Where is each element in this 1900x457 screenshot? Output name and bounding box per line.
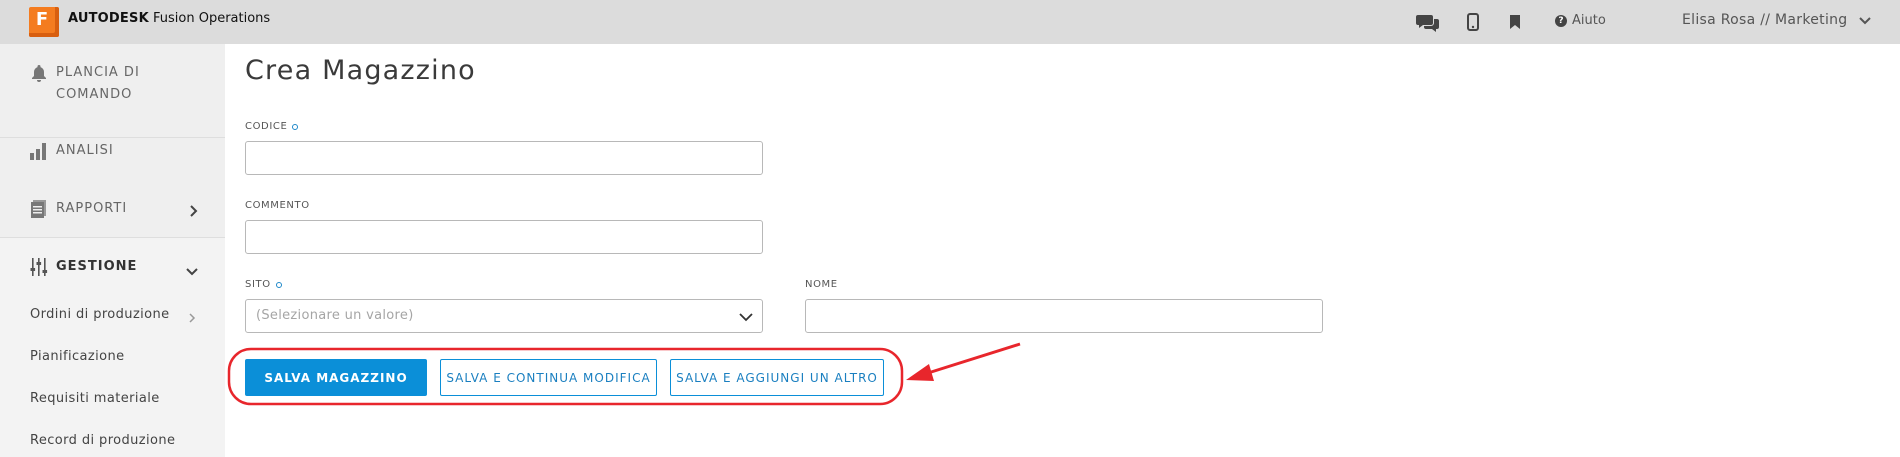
sidebar-divider	[0, 237, 225, 238]
chevron-right-icon[interactable]	[189, 203, 199, 222]
nome-label-text: NOME	[805, 279, 838, 290]
sito-select[interactable]: (Selezionare un valore)	[245, 299, 763, 333]
sidebar-item-gestione[interactable]: GESTIONE	[28, 256, 137, 278]
annotation-arrow-shaft	[927, 342, 1021, 375]
question-icon: ?	[1555, 14, 1567, 27]
sliders-icon	[28, 256, 50, 278]
sidebar-item-label: ANALISI	[56, 143, 114, 158]
sito-placeholder: (Selezionare un valore)	[256, 308, 414, 323]
sidebar-divider	[0, 137, 225, 138]
save-add-another-button[interactable]: SALVA E AGGIUNGI UN ALTRO	[670, 359, 884, 396]
sidebar-subitem-ordini[interactable]: Ordini di produzione	[30, 307, 170, 322]
commento-label-text: COMMENTO	[245, 200, 310, 211]
chevron-down-icon	[738, 309, 754, 328]
brand-autodesk: AUTODESK	[68, 11, 149, 26]
help-label: Aiuto	[1572, 13, 1606, 28]
sidebar-item-plancia[interactable]: PLANCIA DI COMANDO	[28, 62, 208, 106]
sidebar-item-rapporti[interactable]: RAPPORTI	[28, 198, 127, 220]
commento-label: COMMENTO	[245, 200, 310, 211]
sidebar-item-label: RAPPORTI	[56, 201, 128, 216]
chevron-down-icon[interactable]	[1858, 13, 1872, 32]
chevron-right-icon[interactable]	[188, 309, 196, 328]
user-menu[interactable]: Elisa Rosa // Marketing	[1682, 12, 1848, 28]
bell-icon	[28, 62, 50, 84]
sidebar-subitem-pianificazione[interactable]: Pianificazione	[30, 349, 125, 364]
sidebar-item-label: PLANCIA DI COMANDO	[56, 65, 140, 102]
bookmark-icon[interactable]	[1503, 10, 1527, 34]
sidebar: PLANCIA DI COMANDO ANALISI RAPPORTI GEST…	[0, 44, 225, 457]
sidebar-subitem-requisiti[interactable]: Requisiti materiale	[30, 391, 160, 406]
save-button[interactable]: SALVA MAGAZZINO	[245, 359, 427, 396]
brand-name: AUTODESK Fusion Operations	[68, 11, 270, 26]
bar-chart-icon	[28, 140, 50, 162]
sito-label-text: SITO	[245, 279, 271, 290]
save-continue-button[interactable]: SALVA E CONTINUA MODIFICA	[440, 359, 657, 396]
app-window: F AUTODESK Fusion Operations ? Aiuto Eli…	[0, 0, 1900, 457]
sito-label: SITO	[245, 279, 282, 290]
nome-input[interactable]	[805, 299, 1323, 333]
nome-label: NOME	[805, 279, 838, 290]
page-title: Crea Magazzino	[245, 55, 476, 86]
top-bar: F AUTODESK Fusion Operations ? Aiuto Eli…	[0, 0, 1900, 44]
commento-input[interactable]	[245, 220, 763, 254]
help-link[interactable]: ? Aiuto	[1555, 13, 1606, 28]
chevron-down-icon[interactable]	[185, 262, 199, 281]
codice-label-text: CODICE	[245, 121, 288, 132]
codice-input[interactable]	[245, 141, 763, 175]
required-indicator-icon	[292, 123, 299, 130]
annotation-arrow-head	[906, 364, 934, 381]
sidebar-item-analisi[interactable]: ANALISI	[28, 140, 114, 162]
report-icon	[28, 198, 50, 220]
sidebar-item-label: GESTIONE	[56, 259, 138, 274]
mobile-icon[interactable]	[1461, 10, 1485, 34]
fusion-logo-icon[interactable]: F	[29, 7, 59, 37]
chat-icon[interactable]	[1416, 10, 1440, 34]
sidebar-subitem-record[interactable]: Record di produzione	[30, 433, 175, 448]
codice-label: CODICE	[245, 121, 299, 132]
logo-letter: F	[35, 9, 49, 30]
required-indicator-icon	[275, 281, 282, 288]
brand-product: Fusion Operations	[153, 11, 271, 26]
